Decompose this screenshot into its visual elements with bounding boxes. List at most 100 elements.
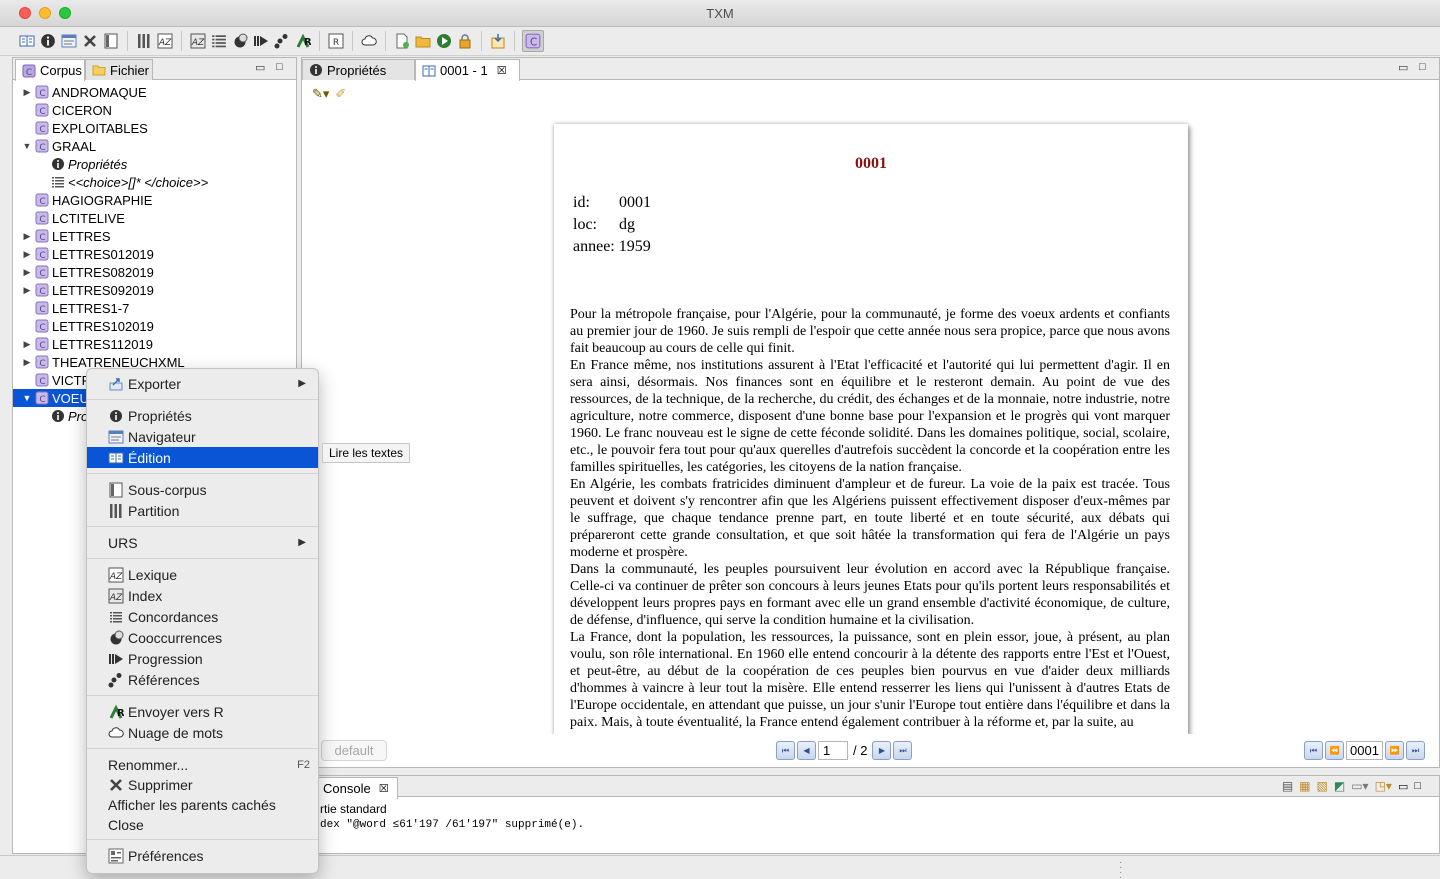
highlight-pen-icon[interactable]: ✎▾	[312, 86, 329, 102]
maximize-console-icon[interactable]: □	[1414, 780, 1421, 792]
tree-node[interactable]: C HAGIOGRAPHIE	[13, 191, 296, 209]
tree-node[interactable]: C LETTRES102019	[13, 317, 296, 335]
eraser-icon[interactable]: ✐	[335, 86, 346, 102]
minimize-console-icon[interactable]: ▭	[1398, 780, 1408, 793]
cooc-icon	[108, 630, 124, 646]
menu-item-edition[interactable]: Édition	[87, 447, 318, 468]
menu-item-navigateur[interactable]: Navigateur	[87, 426, 318, 447]
menu-item-progression[interactable]: Progression	[87, 648, 318, 669]
r-package-icon[interactable]: R	[327, 32, 345, 50]
open-folder-icon[interactable]	[414, 32, 432, 50]
tree-node[interactable]: <<choice>[]* </choice>>	[13, 173, 296, 191]
menu-item-preferences[interactable]: Préférences	[87, 845, 318, 866]
menu-item-afficher-les-parents-caches[interactable]: Afficher les parents cachés	[87, 794, 318, 815]
menu-item-partition[interactable]: Partition	[87, 500, 318, 521]
tab-console[interactable]: Console ☒	[316, 777, 398, 799]
previous-text-icon[interactable]: ⏪	[1325, 741, 1344, 760]
expand-arrow-icon[interactable]: ▶	[21, 231, 33, 242]
expand-arrow-icon[interactable]: ▶	[21, 285, 33, 296]
tree-node[interactable]: C LETTRES1-7	[13, 299, 296, 317]
menu-item-nuage-de-mots[interactable]: Nuage de mots	[87, 722, 318, 743]
menu-item-index[interactable]: AZ Index	[87, 585, 318, 606]
minimize-panel-icon[interactable]: ▭	[255, 61, 265, 74]
tree-node[interactable]: ▶ C LETTRES	[13, 227, 296, 245]
new-file-icon[interactable]	[393, 32, 411, 50]
tree-node[interactable]: C LCTITELIVE	[13, 209, 296, 227]
navigator-icon[interactable]	[60, 32, 78, 50]
word-wrap-icon[interactable]: ▧	[1317, 779, 1328, 793]
menu-item-references[interactable]: Références	[87, 669, 318, 690]
first-page-icon[interactable]: ⏮	[776, 741, 795, 760]
expand-arrow-icon[interactable]: ▶	[21, 267, 33, 278]
open-console-icon[interactable]: ◳▾	[1375, 779, 1392, 793]
tree-node[interactable]: ▶ C LETTRES082019	[13, 263, 296, 281]
tab-edition-0001[interactable]: 0001 - 1 ☒	[415, 59, 520, 81]
edition-book-icon[interactable]	[18, 32, 36, 50]
menu-item-sous-corpus[interactable]: Sous-corpus	[87, 479, 318, 500]
tree-node[interactable]: C CICERON	[13, 101, 296, 119]
collapse-arrow-icon[interactable]: ▼	[21, 141, 33, 151]
menu-item-cooccurrences[interactable]: Cooccurrences	[87, 627, 318, 648]
page-number-input[interactable]	[818, 741, 848, 760]
tree-node[interactable]: ▶ C LETTRES092019	[13, 281, 296, 299]
menu-item-exporter[interactable]: Exporter ▶	[87, 373, 318, 394]
close-console-icon[interactable]: ☒	[379, 782, 389, 795]
tab-proprietes[interactable]: Propriétés	[302, 59, 415, 80]
text-id-field[interactable]: 0001	[1346, 741, 1383, 760]
menu-item-urs[interactable]: URS ▶	[87, 532, 318, 553]
menu-item-proprietes[interactable]: Propriétés	[87, 405, 318, 426]
previous-page-icon[interactable]: ◀	[797, 741, 816, 760]
references-icon[interactable]	[273, 32, 291, 50]
maximize-panel-icon[interactable]: □	[276, 61, 283, 73]
next-text-icon[interactable]: ⏩	[1384, 741, 1404, 760]
index-az-icon[interactable]: AZ	[189, 32, 207, 50]
partition-icon[interactable]	[135, 32, 153, 50]
tree-node[interactable]: ▶ C LETTRES012019	[13, 245, 296, 263]
status-grip-icon[interactable]: · · · ·	[1119, 858, 1122, 879]
lock-icon[interactable]	[456, 32, 474, 50]
r-send-icon[interactable]: R	[294, 32, 312, 50]
close-tab-icon[interactable]: ☒	[497, 64, 507, 77]
collapse-arrow-icon[interactable]: ▼	[21, 393, 33, 403]
txm-perspective-icon[interactable]: C	[522, 30, 544, 52]
lexicon-az-icon[interactable]: AZ	[156, 32, 174, 50]
menu-item-envoyer-vers-r[interactable]: R Envoyer vers R	[87, 701, 318, 722]
expand-arrow-icon[interactable]: ▶	[21, 87, 33, 98]
menu-item-renommer[interactable]: Renommer... F2	[87, 754, 318, 775]
menu-item-supprimer[interactable]: Supprimer	[87, 774, 318, 795]
tree-node[interactable]: ▼ C GRAAL	[13, 137, 296, 155]
tab-corpus[interactable]: C Corpus	[15, 59, 85, 81]
progression-icon[interactable]	[252, 32, 270, 50]
display-console-icon[interactable]: ▭▾	[1351, 779, 1368, 793]
minimize-editor-icon[interactable]: ▭	[1398, 61, 1408, 74]
tree-node[interactable]: C EXPLOITABLES	[13, 119, 296, 137]
run-icon[interactable]	[435, 32, 453, 50]
scroll-lock-icon[interactable]: ▦	[1299, 779, 1310, 793]
subcorpus-icon[interactable]	[102, 32, 120, 50]
expand-arrow-icon[interactable]: ▶	[21, 339, 33, 350]
concordance-icon[interactable]	[210, 32, 228, 50]
cooccurrence-icon[interactable]	[231, 32, 249, 50]
expand-arrow-icon[interactable]: ▶	[21, 357, 33, 368]
tree-node[interactable]: ▶ C ANDROMAQUE	[13, 83, 296, 101]
delete-x-icon[interactable]	[81, 32, 99, 50]
clear-console-icon[interactable]: ▤	[1282, 779, 1293, 793]
pin-console-icon[interactable]: ◩	[1334, 779, 1345, 793]
import-icon[interactable]	[489, 32, 507, 50]
tree-node[interactable]: Propriétés	[13, 155, 296, 173]
console-output-header: rtie standard	[320, 802, 387, 816]
tree-node[interactable]: ▶ C LETTRES112019	[13, 335, 296, 353]
maximize-editor-icon[interactable]: □	[1419, 61, 1426, 73]
menu-item-close[interactable]: Close	[87, 814, 318, 835]
info-icon[interactable]	[39, 32, 57, 50]
tab-fichier[interactable]: Fichier	[85, 59, 153, 80]
menu-item-concordances[interactable]: Concordances	[87, 606, 318, 627]
last-text-icon[interactable]: ⏭	[1405, 741, 1425, 760]
menu-item-lexique[interactable]: AZ Lexique	[87, 564, 318, 585]
next-page-icon[interactable]: ▶	[872, 741, 892, 760]
last-page-icon[interactable]: ⏭	[893, 741, 913, 760]
edition-default-button[interactable]: default	[321, 740, 387, 761]
expand-arrow-icon[interactable]: ▶	[21, 249, 33, 260]
cloud-icon[interactable]	[360, 32, 378, 50]
first-text-icon[interactable]: ⏮	[1304, 741, 1323, 760]
